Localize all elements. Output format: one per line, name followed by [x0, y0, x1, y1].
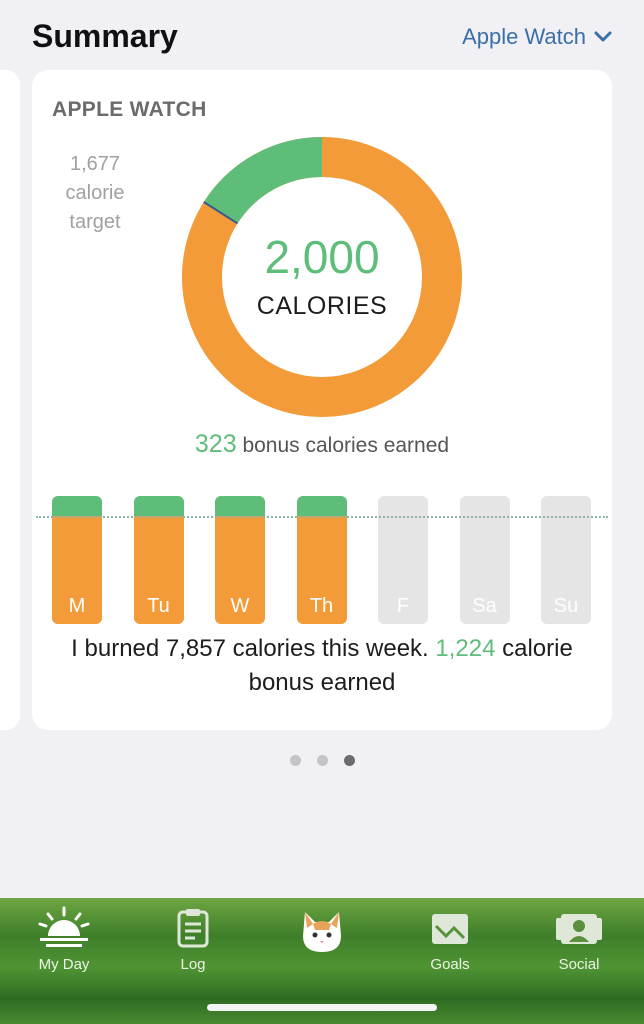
target-dotted-line — [36, 516, 608, 518]
donut-value: 2,000 — [264, 231, 380, 283]
tab-avatar[interactable] — [267, 898, 377, 988]
tab-my-day-label: My Day — [38, 956, 90, 973]
weekly-bonus-value: 1,224 — [435, 635, 496, 662]
clipboard-icon — [177, 909, 209, 948]
day-bar-bonus — [215, 496, 265, 516]
tab-goals[interactable]: Goals — [395, 898, 505, 988]
day-label: W — [230, 595, 250, 617]
page-indicator — [0, 755, 644, 766]
social-people-icon — [556, 914, 602, 944]
day-label: Tu — [147, 595, 170, 617]
weekly-summary: I burned 7,857 calories this week. 1,224… — [42, 632, 602, 700]
bonus-calories-line: 323 bonus calories earned — [32, 430, 612, 459]
chevron-down-icon — [594, 31, 612, 42]
cat-avatar-icon — [303, 912, 341, 952]
page-dot-3[interactable] — [343, 755, 355, 766]
tab-goals-label: Goals — [430, 956, 470, 973]
weekly-summary-text: I burned 7,857 calories this week. — [71, 635, 436, 662]
tab-log-label: Log — [180, 956, 206, 973]
day-label: Th — [309, 595, 334, 617]
tab-social-label: Social — [558, 956, 600, 973]
goals-chart-icon — [432, 914, 468, 944]
day-bar-bonus — [52, 496, 102, 516]
previous-card-edge[interactable] — [0, 70, 20, 730]
day-bar-bonus — [296, 496, 347, 516]
header: Summary Apple Watch — [0, 0, 644, 70]
day-bar-bonus — [133, 496, 184, 516]
sunrise-icon — [38, 906, 90, 947]
device-picker[interactable]: Apple Watch — [462, 24, 612, 50]
bonus-calories-text: bonus calories earned — [236, 434, 450, 457]
page-title: Summary — [32, 18, 178, 54]
day-label: Su — [553, 595, 579, 617]
device-picker-label: Apple Watch — [462, 24, 586, 49]
card-title: APPLE WATCH — [52, 98, 207, 121]
tab-social[interactable]: Social — [524, 898, 634, 988]
calorie-target-word1: calorie — [65, 182, 125, 204]
calorie-target-number: 1,677 — [69, 153, 121, 175]
day-label: F — [396, 595, 410, 617]
day-label: M — [68, 595, 86, 617]
donut-bonus-segment — [203, 137, 323, 224]
summary-card: APPLE WATCH 1,677 calorie target 2,000 C… — [32, 70, 612, 730]
home-indicator — [207, 1004, 437, 1011]
day-label: Sa — [472, 595, 497, 617]
bonus-calories-value: 323 — [194, 430, 237, 458]
calorie-target: 1,677 calorie target — [52, 150, 138, 237]
tab-bar: My Day Log Goals Social — [0, 898, 644, 1024]
tab-log[interactable]: Log — [138, 898, 248, 988]
page-dot-2[interactable] — [316, 755, 328, 766]
weekly-bar-chart: M Tu W Th F Sa Su — [32, 490, 612, 625]
calorie-target-word2: target — [69, 211, 121, 233]
page-dot-1[interactable] — [289, 755, 301, 766]
donut-unit: CALORIES — [256, 292, 388, 320]
tab-my-day[interactable]: My Day — [9, 898, 119, 988]
